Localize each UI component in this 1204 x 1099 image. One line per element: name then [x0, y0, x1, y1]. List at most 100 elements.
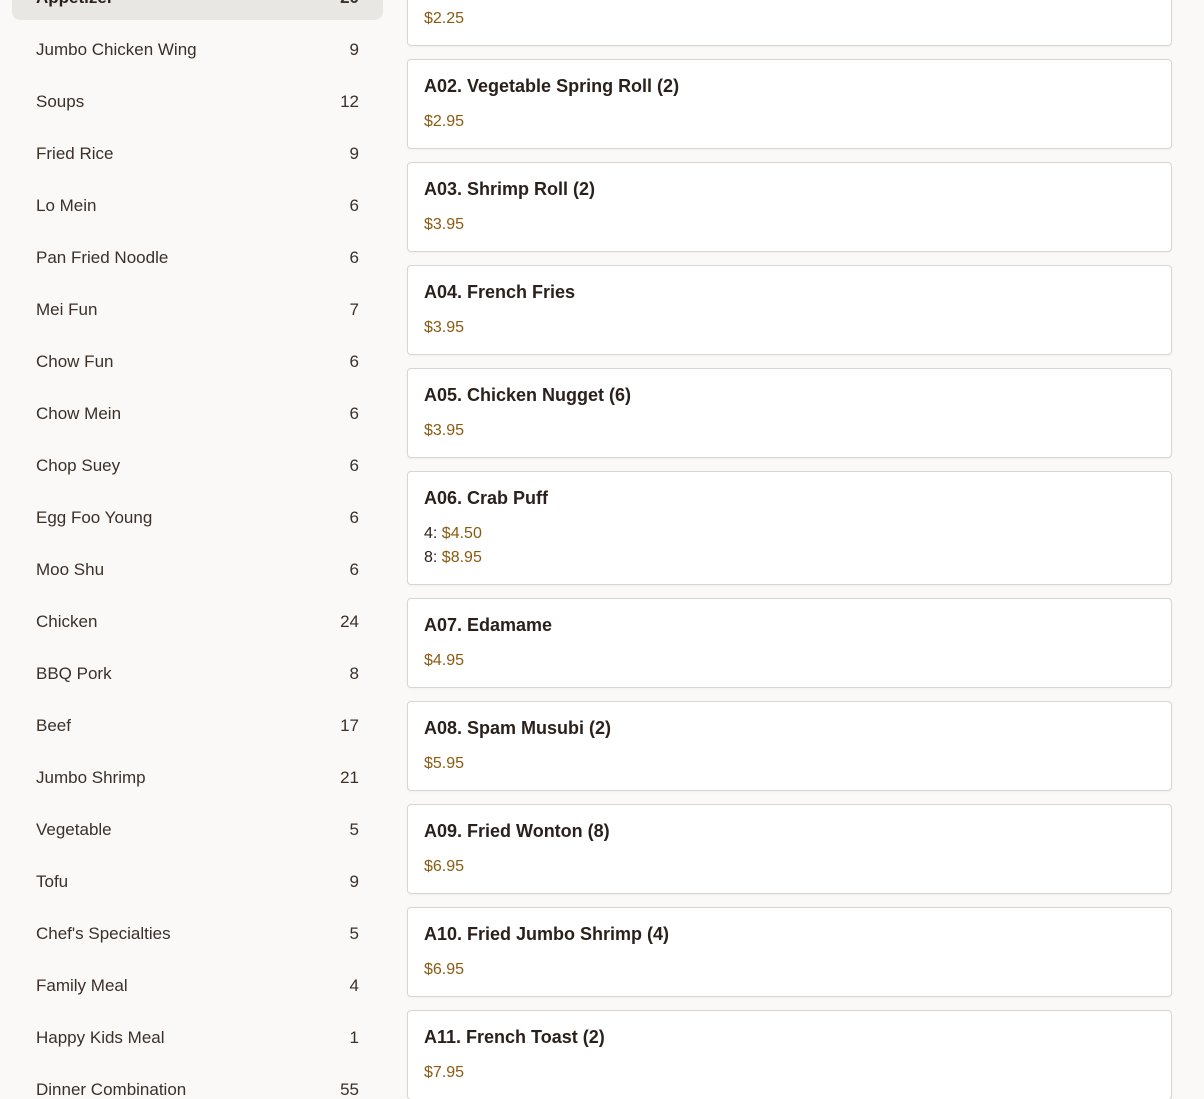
sidebar-category-item[interactable]: Moo Shu 6: [12, 548, 383, 592]
category-label: Chow Mein: [36, 404, 122, 423]
sidebar-category-item[interactable]: Vegetable 5: [12, 808, 383, 852]
price-value: $3.95: [424, 216, 465, 233]
menu-item-card[interactable]: A05. Chicken Nugget (6) $3.95: [407, 368, 1172, 458]
menu-item-prices: $5.95: [424, 752, 1155, 776]
menu-item-name: A07. Edamame: [424, 615, 553, 635]
sidebar-category-item[interactable]: Lo Mein 6: [12, 184, 383, 228]
price-line: $3.95: [424, 316, 1155, 340]
menu-items-list: A01. Chicken Egg Roll (2)$2.25 A02. Veget…: [407, 0, 1172, 1099]
menu-item-card[interactable]: A08. Spam Musubi (2) $5.95: [407, 701, 1172, 791]
sidebar-category-item[interactable]: Tofu 9: [12, 860, 383, 904]
menu-item-prices: 4: $4.50 8: $8.95: [424, 522, 1155, 570]
category-count: 7: [349, 300, 359, 319]
price-value: $2.95: [424, 113, 465, 130]
menu-item-card[interactable]: A10. Fried Jumbo Shrimp (4) $6.95: [407, 907, 1172, 997]
category-label: Jumbo Shrimp: [36, 768, 146, 787]
sidebar-category-item[interactable]: Beef 17: [12, 704, 383, 748]
sidebar-category-item[interactable]: Family Meal 4: [12, 964, 383, 1008]
category-count: 9: [349, 144, 359, 163]
category-count: 12: [340, 92, 359, 111]
sidebar-category-item[interactable]: Jumbo Chicken Wing 9: [12, 28, 383, 72]
category-count: 6: [349, 352, 359, 371]
category-count: 24: [340, 612, 359, 631]
category-label: Mei Fun: [36, 300, 98, 319]
menu-item-name: A08. Spam Musubi (2): [424, 718, 612, 738]
sidebar-category-item[interactable]: Pan Fried Noodle 6: [12, 236, 383, 280]
category-count: 6: [349, 248, 359, 267]
scrollbar[interactable]: [1190, 0, 1204, 1099]
price-value: $6.95: [424, 961, 465, 978]
sidebar-category-item[interactable]: Dinner Combination 55: [12, 1068, 383, 1099]
category-label: Beef: [36, 716, 71, 735]
sidebar-category-item[interactable]: Appetizer 20: [12, 0, 383, 20]
price-value: $5.95: [424, 755, 465, 772]
sidebar-category-item[interactable]: Chow Mein 6: [12, 392, 383, 436]
category-count: 8: [349, 664, 359, 683]
category-count: 4: [349, 976, 359, 995]
sidebar-category-item[interactable]: Jumbo Shrimp 21: [12, 756, 383, 800]
sidebar-category-item[interactable]: Fried Rice 9: [12, 132, 383, 176]
category-count: 9: [349, 40, 359, 59]
menu-item-prices: $6.95: [424, 855, 1155, 879]
category-label: Chop Suey: [36, 456, 121, 475]
menu-item-prices: $4.95: [424, 649, 1155, 673]
sidebar-category-item[interactable]: Mei Fun 7: [12, 288, 383, 332]
sidebar-category-item[interactable]: Chicken 24: [12, 600, 383, 644]
category-label: Happy Kids Meal: [36, 1028, 165, 1047]
category-count: 6: [349, 560, 359, 579]
category-label: Family Meal: [36, 976, 128, 995]
category-label: Chef's Specialties: [36, 924, 171, 943]
category-label: Fried Rice: [36, 144, 114, 163]
price-value: $2.25: [424, 10, 465, 27]
price-line: $6.95: [424, 855, 1155, 879]
sidebar-category-item[interactable]: Chow Fun 6: [12, 340, 383, 384]
menu-item-card[interactable]: A04. French Fries $3.95: [407, 265, 1172, 355]
price-line: $7.95: [424, 1061, 1155, 1085]
sidebar-category-item[interactable]: Soups 12: [12, 80, 383, 124]
price-value: $3.95: [424, 319, 465, 336]
price-line: $5.95: [424, 752, 1155, 776]
sidebar-category-item[interactable]: BBQ Pork 8: [12, 652, 383, 696]
category-label: Moo Shu: [36, 560, 105, 579]
category-label: Lo Mein: [36, 196, 97, 215]
price-value: $7.95: [424, 1064, 465, 1081]
menu-item-prices: $2.95: [424, 110, 1155, 134]
menu-item-prices: $2.25: [424, 7, 1155, 31]
category-count: 5: [349, 924, 359, 943]
menu-item-card[interactable]: A03. Shrimp Roll (2) $3.95: [407, 162, 1172, 252]
category-label: Chow Fun: [36, 352, 114, 371]
sidebar-category-item[interactable]: Chop Suey 6: [12, 444, 383, 488]
menu-page: Appetizer 20 Jumbo Chicken Wing 9 Soups 12 Fri…: [0, 0, 1204, 1099]
menu-item-card[interactable]: A07. Edamame $4.95: [407, 598, 1172, 688]
price-line: $3.95: [424, 419, 1155, 443]
menu-item-prices: $3.95: [424, 419, 1155, 443]
category-count: 1: [349, 1028, 359, 1047]
category-label: Pan Fried Noodle: [36, 248, 169, 267]
price-line: 8: $8.95: [424, 546, 1155, 570]
price-line: $2.25: [424, 7, 1155, 31]
sidebar-category-item[interactable]: Happy Kids Meal 1: [12, 1016, 383, 1060]
category-label: Vegetable: [36, 820, 112, 839]
category-label: Chicken: [36, 612, 98, 631]
menu-item-card[interactable]: A06. Crab Puff 4: $4.50 8: $8.95: [407, 471, 1172, 585]
sidebar-category-item[interactable]: Chef's Specialties 5: [12, 912, 383, 956]
menu-item-prices: $3.95: [424, 213, 1155, 237]
price-line: $3.95: [424, 213, 1155, 237]
price-line: $2.95: [424, 110, 1155, 134]
menu-item-card[interactable]: A01. Chicken Egg Roll (2)$2.25: [407, 0, 1172, 46]
menu-item-name: A03. Shrimp Roll (2): [424, 179, 596, 199]
menu-item-name: A02. Vegetable Spring Roll (2): [424, 76, 680, 96]
category-label: Jumbo Chicken Wing: [36, 40, 197, 59]
category-count: 6: [349, 196, 359, 215]
menu-item-prices: $7.95: [424, 1061, 1155, 1085]
price-size-label: 8:: [424, 549, 442, 566]
category-count: 9: [349, 872, 359, 891]
menu-item-card[interactable]: A02. Vegetable Spring Roll (2) $2.95: [407, 59, 1172, 149]
sidebar-category-item[interactable]: Egg Foo Young 6: [12, 496, 383, 540]
menu-item-card[interactable]: A09. Fried Wonton (8) $6.95: [407, 804, 1172, 894]
category-count: 17: [340, 716, 359, 735]
category-label: Dinner Combination: [36, 1080, 187, 1099]
price-value: $4.50: [441, 525, 482, 542]
category-label: BBQ Pork: [36, 664, 112, 683]
menu-item-card[interactable]: A11. French Toast (2) $7.95: [407, 1010, 1172, 1099]
